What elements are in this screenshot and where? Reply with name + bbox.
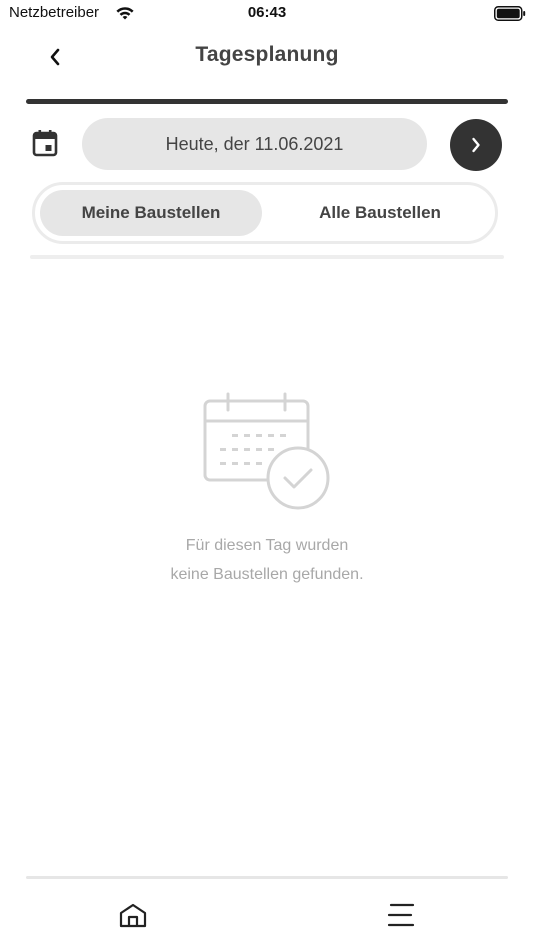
header-divider <box>26 99 508 104</box>
page-title: Tagesplanung <box>195 43 339 66</box>
tab-alle-baustellen[interactable]: Alle Baustellen <box>269 190 491 236</box>
status-bar: Netzbetreiber 06:43 <box>0 0 534 28</box>
battery-icon <box>494 6 526 21</box>
menu-icon <box>387 903 415 927</box>
tab-label: Alle Baustellen <box>319 203 441 222</box>
home-icon <box>119 903 147 928</box>
tab-meine-baustellen[interactable]: Meine Baustellen <box>40 190 262 236</box>
tab-label: Meine Baustellen <box>81 203 221 222</box>
date-field[interactable]: Heute, der 11.06.2021 <box>82 118 427 170</box>
calendar-button[interactable] <box>28 126 62 160</box>
segmented-control: Meine Baustellen Alle Baustellen <box>32 182 498 244</box>
home-button[interactable] <box>114 898 152 932</box>
calendar-check-icon <box>203 392 330 510</box>
menu-button[interactable] <box>382 898 420 932</box>
empty-state-line-1: Für diesen Tag wurden <box>185 537 349 554</box>
bottom-nav-divider <box>26 876 508 879</box>
empty-state-line-2: keine Baustellen gefunden. <box>170 566 364 583</box>
next-day-button[interactable] <box>450 119 502 171</box>
empty-state-message: Für diesen Tag wurden keine Baustellen g… <box>0 531 534 589</box>
calendar-icon <box>32 130 58 157</box>
content-divider <box>30 255 504 259</box>
date-label: Heute, der 11.06.2021 <box>165 133 344 154</box>
chevron-right-icon <box>472 137 480 153</box>
clock: 06:43 <box>247 4 287 21</box>
